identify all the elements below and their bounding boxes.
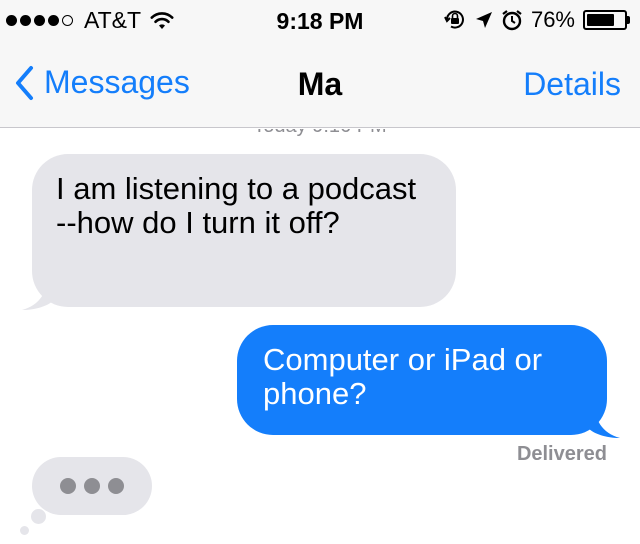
battery-percent: 76% — [530, 7, 575, 32]
status-right: 76% — [443, 7, 630, 32]
typing-indicator-tail-small — [20, 526, 29, 535]
outgoing-message-bubble[interactable]: Computer or iPad or phone? — [237, 325, 607, 435]
outgoing-message-text: Computer or iPad or phone? — [263, 342, 543, 411]
battery-icon — [583, 10, 630, 30]
alarm-icon — [501, 9, 523, 31]
typing-dot — [84, 478, 100, 494]
typing-indicator — [32, 457, 152, 515]
location-arrow-icon — [475, 10, 493, 30]
battery-level-fill — [587, 14, 615, 26]
navigation-bar: Messages Ma Details — [0, 40, 640, 128]
typing-dot — [108, 478, 124, 494]
message-timestamp: Today 9:16 PM — [0, 129, 640, 138]
typing-dot — [60, 478, 76, 494]
message-thread[interactable]: Today 9:16 PM I am listening to a podcas… — [0, 129, 640, 544]
incoming-message-bubble[interactable]: I am listening to a podcast --how do I t… — [32, 154, 456, 307]
delivery-status: Delivered — [516, 443, 607, 465]
rotation-lock-icon — [443, 9, 467, 31]
status-bar: AT&T 9:18 PM 76% — [0, 0, 640, 40]
incoming-message-text: I am listening to a podcast --how do I t… — [56, 171, 417, 240]
typing-indicator-tail — [31, 509, 46, 524]
details-button[interactable]: Details — [523, 66, 621, 103]
